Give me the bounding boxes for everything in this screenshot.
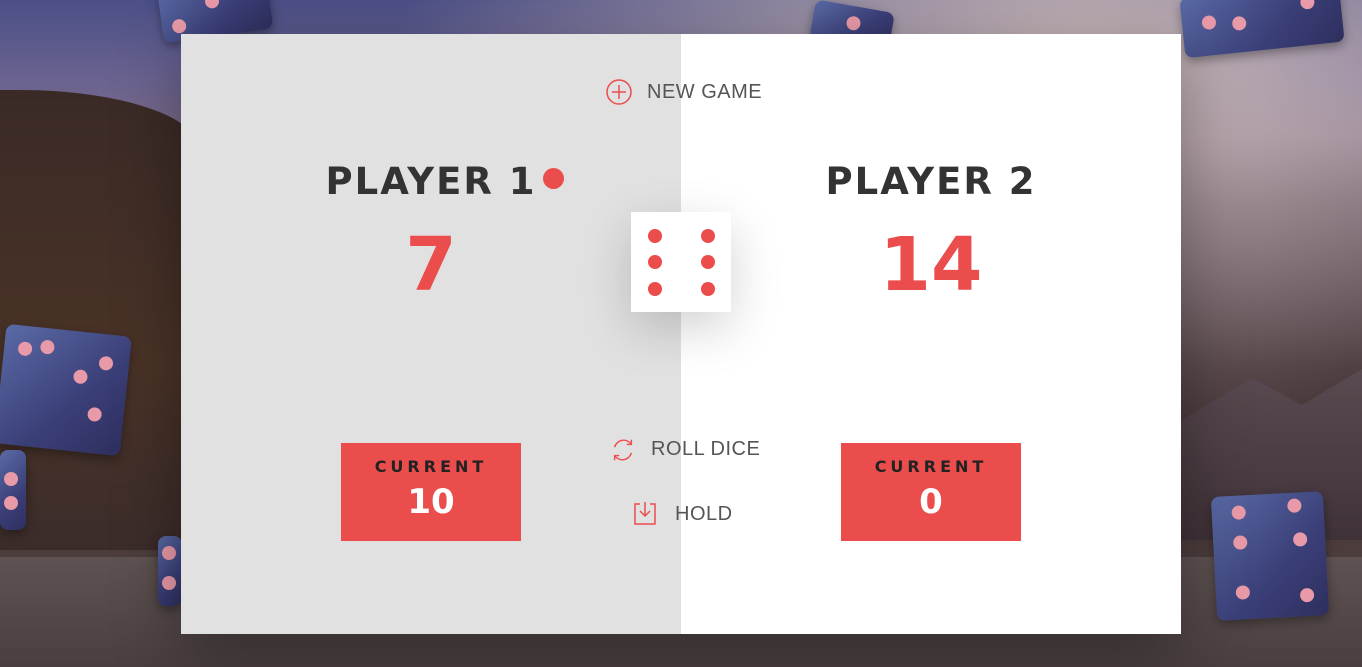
background-die-left-bottom (0, 450, 26, 530)
background-die-left (0, 323, 132, 457)
roll-dice-label: ROLL DICE (651, 437, 761, 460)
dice-pip (701, 229, 715, 243)
player-1-current-score: 10 (407, 482, 455, 522)
download-tray-icon (633, 500, 661, 528)
player-2-current-label: CURRENT (874, 457, 988, 476)
dice-pip (648, 229, 662, 243)
background-die-top-right (1179, 0, 1345, 59)
player-1-name: PLAYER 1 (325, 160, 537, 203)
plus-circle-icon (605, 78, 633, 106)
hold-button[interactable]: HOLD (633, 500, 733, 528)
roll-dice-button[interactable]: ROLL DICE (609, 435, 760, 463)
new-game-label: NEW GAME (647, 80, 763, 103)
player-2-current-box: CURRENT 0 (841, 443, 1021, 541)
dice-pip (648, 255, 662, 269)
dice-pip (648, 282, 662, 296)
hold-label: HOLD (675, 502, 733, 525)
dice-pip (701, 255, 715, 269)
player-2-score: 14 (879, 222, 983, 308)
refresh-icon (609, 435, 637, 463)
player-1-panel: PLAYER 1 7 CURRENT 10 (181, 34, 681, 634)
player-2-name: PLAYER 2 (825, 160, 1037, 203)
player-2-current-score: 0 (919, 482, 943, 522)
player-2-panel: PLAYER 2 14 CURRENT 0 (681, 34, 1181, 634)
dice (631, 212, 731, 312)
new-game-button[interactable]: NEW GAME (605, 78, 762, 106)
dice-pip (701, 282, 715, 296)
background-die-behind-left (158, 536, 182, 606)
background-die-right (1210, 491, 1330, 621)
game-board: PLAYER 1 7 CURRENT 10 PLAYER 2 14 CURREN… (181, 34, 1181, 634)
player-1-score: 7 (405, 222, 457, 308)
player-1-current-box: CURRENT 10 (341, 443, 521, 541)
active-player-dot-icon (543, 168, 564, 189)
background-hill-left (0, 90, 200, 550)
player-1-current-label: CURRENT (374, 457, 488, 476)
